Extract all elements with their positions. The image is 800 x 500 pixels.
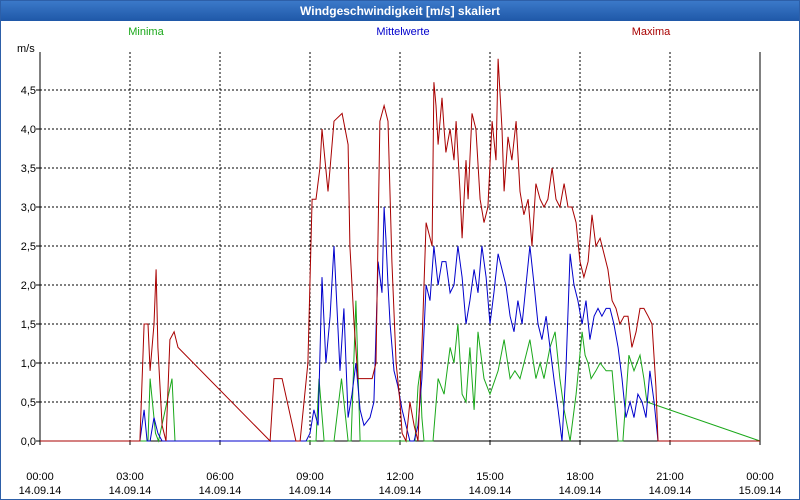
x-tick-date-label: 14.09.14	[199, 485, 242, 497]
x-tick-date-label: 14.09.14	[649, 485, 692, 497]
legend-minima: Minima	[128, 26, 164, 38]
y-tick-label: 4,5	[21, 85, 36, 97]
x-tick-date-label: 14.09.14	[289, 485, 332, 497]
wind-speed-chart: m/s 0,0 0,5 1,0 1,5 2,0 2,5 3,0 3,5 4,0 4,5 00:00 1…	[17, 26, 781, 497]
x-tick-time-label: 18:00	[566, 471, 594, 483]
x-tick-time-label: 03:00	[116, 471, 144, 483]
x-tick-date-label: 14.09.14	[559, 485, 602, 497]
x-tick-time-label: 12:00	[386, 471, 414, 483]
x-tick-time-label: 21:00	[656, 471, 684, 483]
x-tick-time-label: 15:00	[476, 471, 504, 483]
y-axis-unit: m/s	[17, 43, 35, 55]
y-tick-label: 0,0	[21, 436, 36, 448]
y-tick-label: 3,5	[21, 163, 36, 175]
y-tick-label: 1,5	[21, 319, 36, 331]
y-tick-label: 4,0	[21, 124, 36, 136]
y-tick-label: 0,5	[21, 397, 36, 409]
y-tick-label: 3,0	[21, 202, 36, 214]
x-tick-date-label: 14.09.14	[109, 485, 152, 497]
grid-layer	[40, 52, 760, 441]
y-tick-label: 1,0	[21, 358, 36, 370]
x-tick-date-label: 14.09.14	[19, 485, 62, 497]
legend-mittelwerte: Mittelwerte	[376, 26, 429, 38]
x-tick-date-label: 14.09.14	[379, 485, 422, 497]
x-tick-time-label: 00:00	[26, 471, 54, 483]
x-tick-date-label: 14.09.14	[469, 485, 512, 497]
x-tick-time-label: 00:00	[746, 471, 774, 483]
x-tick-time-label: 09:00	[296, 471, 324, 483]
x-tick-time-label: 06:00	[206, 471, 234, 483]
legend: Minima Mittelwerte Maxima	[128, 26, 671, 38]
y-tick-label: 2,0	[21, 280, 36, 292]
x-tick-date-label: 15.09.14	[739, 485, 782, 497]
y-tick-label: 2,5	[21, 241, 36, 253]
legend-maxima: Maxima	[632, 26, 671, 38]
axis-layer: m/s 0,0 0,5 1,0 1,5 2,0 2,5 3,0 3,5 4,0 4,5 00:00 1…	[17, 43, 781, 497]
